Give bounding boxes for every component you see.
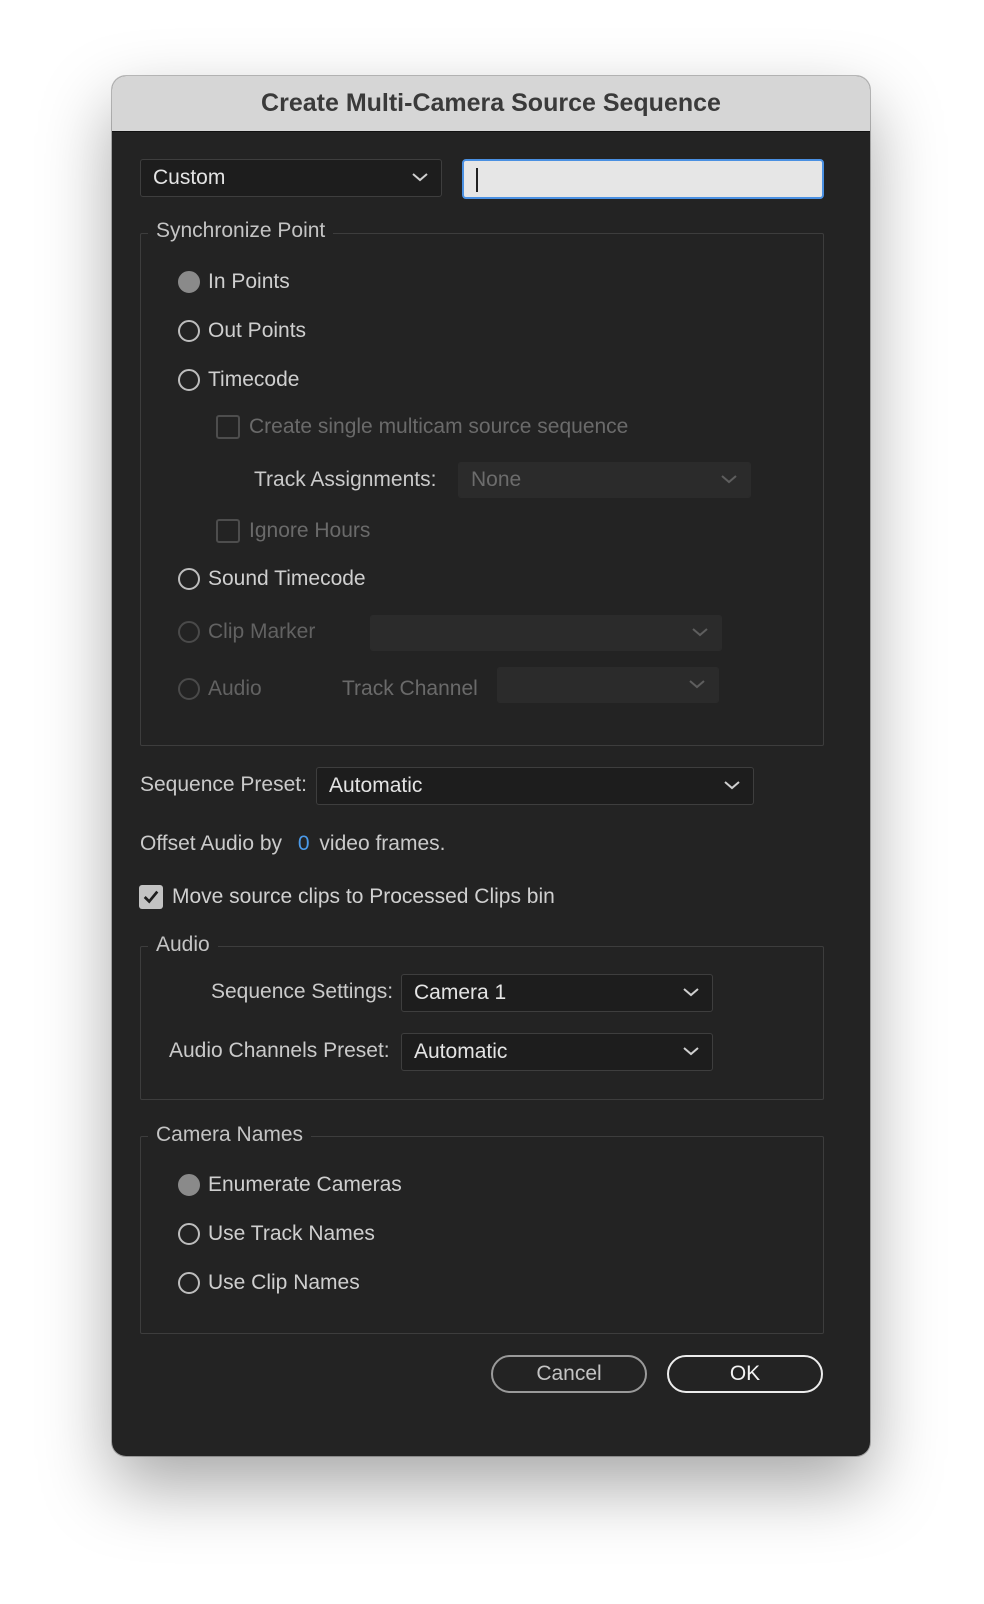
audio-channels-preset-value: Automatic — [414, 1040, 508, 1063]
track-channel-label: Track Channel — [342, 677, 478, 700]
radio-dot — [178, 1272, 200, 1294]
chevron-down-icon — [683, 1047, 699, 1056]
radio-timecode[interactable]: Timecode — [178, 368, 299, 392]
radio-clip-marker[interactable]: Clip Marker — [178, 620, 315, 644]
radio-enumerate-cameras[interactable]: Enumerate Cameras — [178, 1173, 402, 1197]
sequence-settings-value: Camera 1 — [414, 981, 507, 1004]
ignore-hours-checkbox[interactable]: Ignore Hours — [216, 519, 370, 543]
dialog-title: Create Multi-Camera Source Sequence — [112, 76, 870, 132]
clip-marker-dropdown[interactable] — [370, 615, 722, 651]
radio-label: Out Points — [208, 319, 307, 342]
radio-label: Sound Timecode — [208, 567, 366, 590]
radio-label: Audio — [208, 677, 262, 700]
checkbox-box — [139, 885, 163, 909]
radio-dot — [178, 621, 200, 643]
create-single-checkbox[interactable]: Create single multicam source sequence — [216, 415, 628, 439]
sequence-settings-dropdown[interactable]: Camera 1 — [401, 974, 713, 1012]
cancel-button[interactable]: Cancel — [491, 1355, 647, 1393]
ok-button[interactable]: OK — [667, 1355, 823, 1393]
checkbox-box — [216, 415, 240, 439]
checkbox-label: Move source clips to Processed Clips bin — [172, 885, 555, 908]
chevron-down-icon — [689, 680, 705, 689]
offset-audio-suffix: video frames. — [319, 832, 446, 855]
synchronize-point-legend: Synchronize Point — [148, 219, 334, 243]
checkbox-box — [216, 519, 240, 543]
audio-group — [140, 946, 824, 1100]
preset-dropdown[interactable]: Custom — [140, 159, 442, 197]
name-input[interactable] — [462, 159, 824, 199]
checkmark-icon — [143, 890, 159, 904]
sequence-settings-label: Sequence Settings: — [211, 980, 394, 1003]
radio-dot — [178, 271, 200, 293]
track-assignments-label: Track Assignments: — [254, 468, 437, 491]
radio-dot — [178, 1174, 200, 1196]
track-channel-dropdown[interactable] — [497, 667, 719, 703]
radio-label: Use Clip Names — [208, 1271, 360, 1294]
radio-dot — [178, 1223, 200, 1245]
radio-label: Enumerate Cameras — [208, 1173, 402, 1196]
track-assignments-dropdown[interactable]: None — [458, 462, 751, 498]
radio-label: Use Track Names — [208, 1222, 375, 1245]
offset-audio-prefix: Offset Audio by — [140, 832, 283, 855]
offset-audio-value[interactable]: 0 — [298, 832, 310, 855]
radio-use-track-names[interactable]: Use Track Names — [178, 1222, 375, 1246]
radio-in-points[interactable]: In Points — [178, 270, 290, 294]
radio-use-clip-names[interactable]: Use Clip Names — [178, 1271, 360, 1295]
radio-label: Clip Marker — [208, 620, 316, 643]
radio-label: Timecode — [208, 368, 300, 391]
audio-channels-preset-label: Audio Channels Preset: — [169, 1039, 390, 1062]
radio-dot — [178, 369, 200, 391]
text-caret — [476, 168, 478, 192]
sequence-preset-dropdown[interactable]: Automatic — [316, 767, 754, 805]
sequence-preset-value: Automatic — [329, 774, 423, 797]
radio-audio[interactable]: Audio — [178, 677, 262, 701]
sequence-preset-label: Sequence Preset: — [140, 773, 307, 796]
radio-dot — [178, 320, 200, 342]
chevron-down-icon — [683, 988, 699, 997]
chevron-down-icon — [721, 475, 737, 484]
chevron-down-icon — [412, 173, 428, 182]
checkbox-label: Create single multicam source sequence — [249, 415, 629, 438]
radio-out-points[interactable]: Out Points — [178, 319, 306, 343]
move-clips-checkbox[interactable]: Move source clips to Processed Clips bin — [139, 885, 555, 909]
audio-legend: Audio — [148, 933, 218, 957]
radio-label: In Points — [208, 270, 290, 293]
radio-sound-timecode[interactable]: Sound Timecode — [178, 567, 366, 591]
track-assignments-value: None — [471, 468, 522, 491]
camera-names-legend: Camera Names — [148, 1123, 312, 1147]
audio-channels-preset-dropdown[interactable]: Automatic — [401, 1033, 713, 1071]
preset-dropdown-value: Custom — [153, 166, 226, 189]
radio-dot — [178, 568, 200, 590]
chevron-down-icon — [724, 781, 740, 790]
chevron-down-icon — [692, 628, 708, 637]
dialog: Create Multi-Camera Source Sequence Cust… — [112, 76, 870, 1456]
offset-audio-row: Offset Audio by 0 video frames. — [140, 832, 445, 856]
radio-dot — [178, 678, 200, 700]
checkbox-label: Ignore Hours — [249, 519, 371, 542]
